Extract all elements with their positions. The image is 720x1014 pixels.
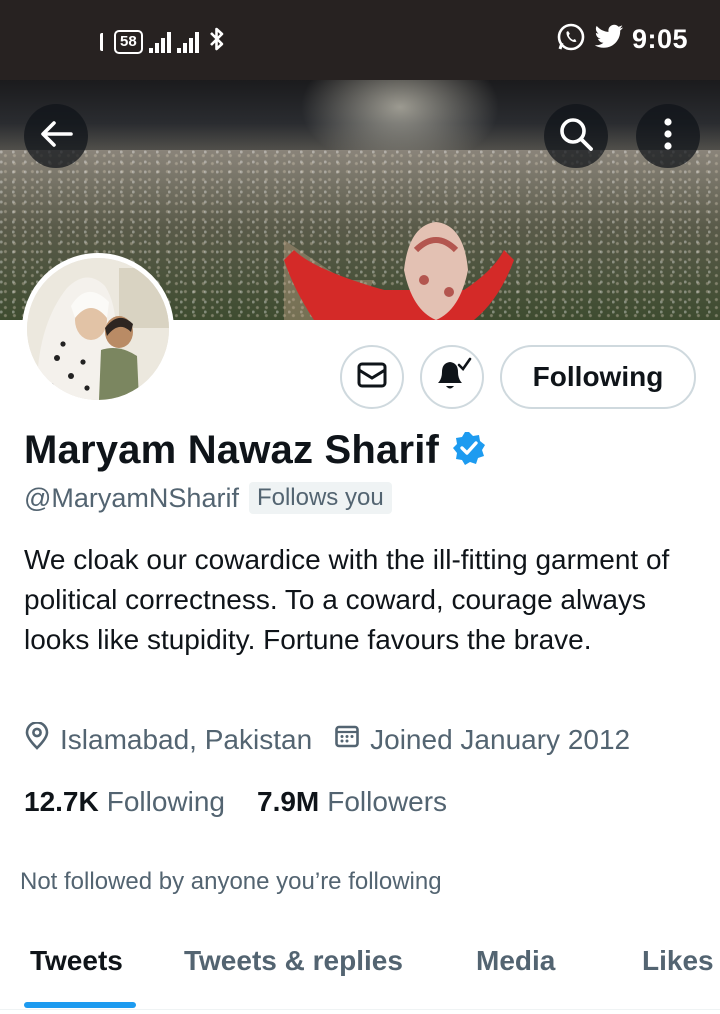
location-text: Islamabad, Pakistan <box>60 723 313 755</box>
tab-likes[interactable]: Likes <box>642 945 714 977</box>
profile-avatar[interactable] <box>22 253 174 405</box>
signal-icon-2 <box>176 31 199 53</box>
more-vertical-icon <box>663 117 673 156</box>
profile-meta-row: Islamabad, Pakistan Joined January 2012 <box>24 721 652 757</box>
search-icon <box>558 116 594 157</box>
follows-you-badge: Follows you <box>248 482 392 514</box>
tab-tweets-and-replies[interactable]: Tweets & replies <box>184 945 403 977</box>
not-followed-notice: Not followed by anyone you’re following <box>20 868 442 895</box>
twitter-bird-icon <box>594 24 624 55</box>
following-button[interactable]: Following <box>500 345 696 409</box>
tab-tweets[interactable]: Tweets <box>30 945 123 977</box>
volte-icon <box>100 32 108 51</box>
back-button[interactable] <box>24 104 88 168</box>
status-bar-left: 58 <box>100 26 225 57</box>
signal-icon <box>148 31 171 53</box>
following-label[interactable]: Following <box>107 786 225 818</box>
status-bar-right: 9:05 <box>556 22 688 57</box>
profile-handle-row: @MaryamNSharif Follows you <box>24 482 392 514</box>
profile-bio: We cloak our cowardice with the ill-fitt… <box>24 544 670 655</box>
tabs-divider <box>0 1009 720 1010</box>
more-options-button[interactable] <box>636 104 700 168</box>
search-button[interactable] <box>544 104 608 168</box>
whatsapp-icon <box>556 22 586 57</box>
notifications-button[interactable] <box>420 345 484 409</box>
avatar-photo <box>27 258 169 400</box>
followers-label[interactable]: Followers <box>327 786 447 818</box>
profile-joined: Joined January 2012 <box>334 723 630 756</box>
calendar-icon <box>334 723 360 756</box>
profile-stats: 12.7K Following 7.9M Followers <box>24 786 479 818</box>
profile-handle: @MaryamNSharif <box>24 482 239 513</box>
profile-name-row: Maryam Nawaz Sharif <box>24 428 487 473</box>
following-count[interactable]: 12.7K <box>24 786 99 818</box>
status-bar: 58 9:05 <box>0 0 720 80</box>
profile-location: Islamabad, Pakistan <box>24 721 313 757</box>
joined-text: Joined January 2012 <box>370 723 631 755</box>
bell-check-icon <box>432 357 472 398</box>
banner-speaker-figure <box>284 222 514 320</box>
followers-count[interactable]: 7.9M <box>257 786 319 818</box>
battery-indicator: 58 <box>114 29 143 54</box>
active-tab-indicator <box>24 1002 136 1008</box>
status-time: 9:05 <box>631 24 688 54</box>
message-button[interactable] <box>340 345 404 409</box>
envelope-icon <box>356 361 388 394</box>
tab-media[interactable]: Media <box>476 945 555 977</box>
back-arrow-icon <box>39 119 73 154</box>
profile-name: Maryam Nawaz Sharif <box>24 428 440 472</box>
verified-badge-icon <box>451 430 487 471</box>
bluetooth-icon <box>209 26 225 57</box>
location-pin-icon <box>24 721 50 757</box>
